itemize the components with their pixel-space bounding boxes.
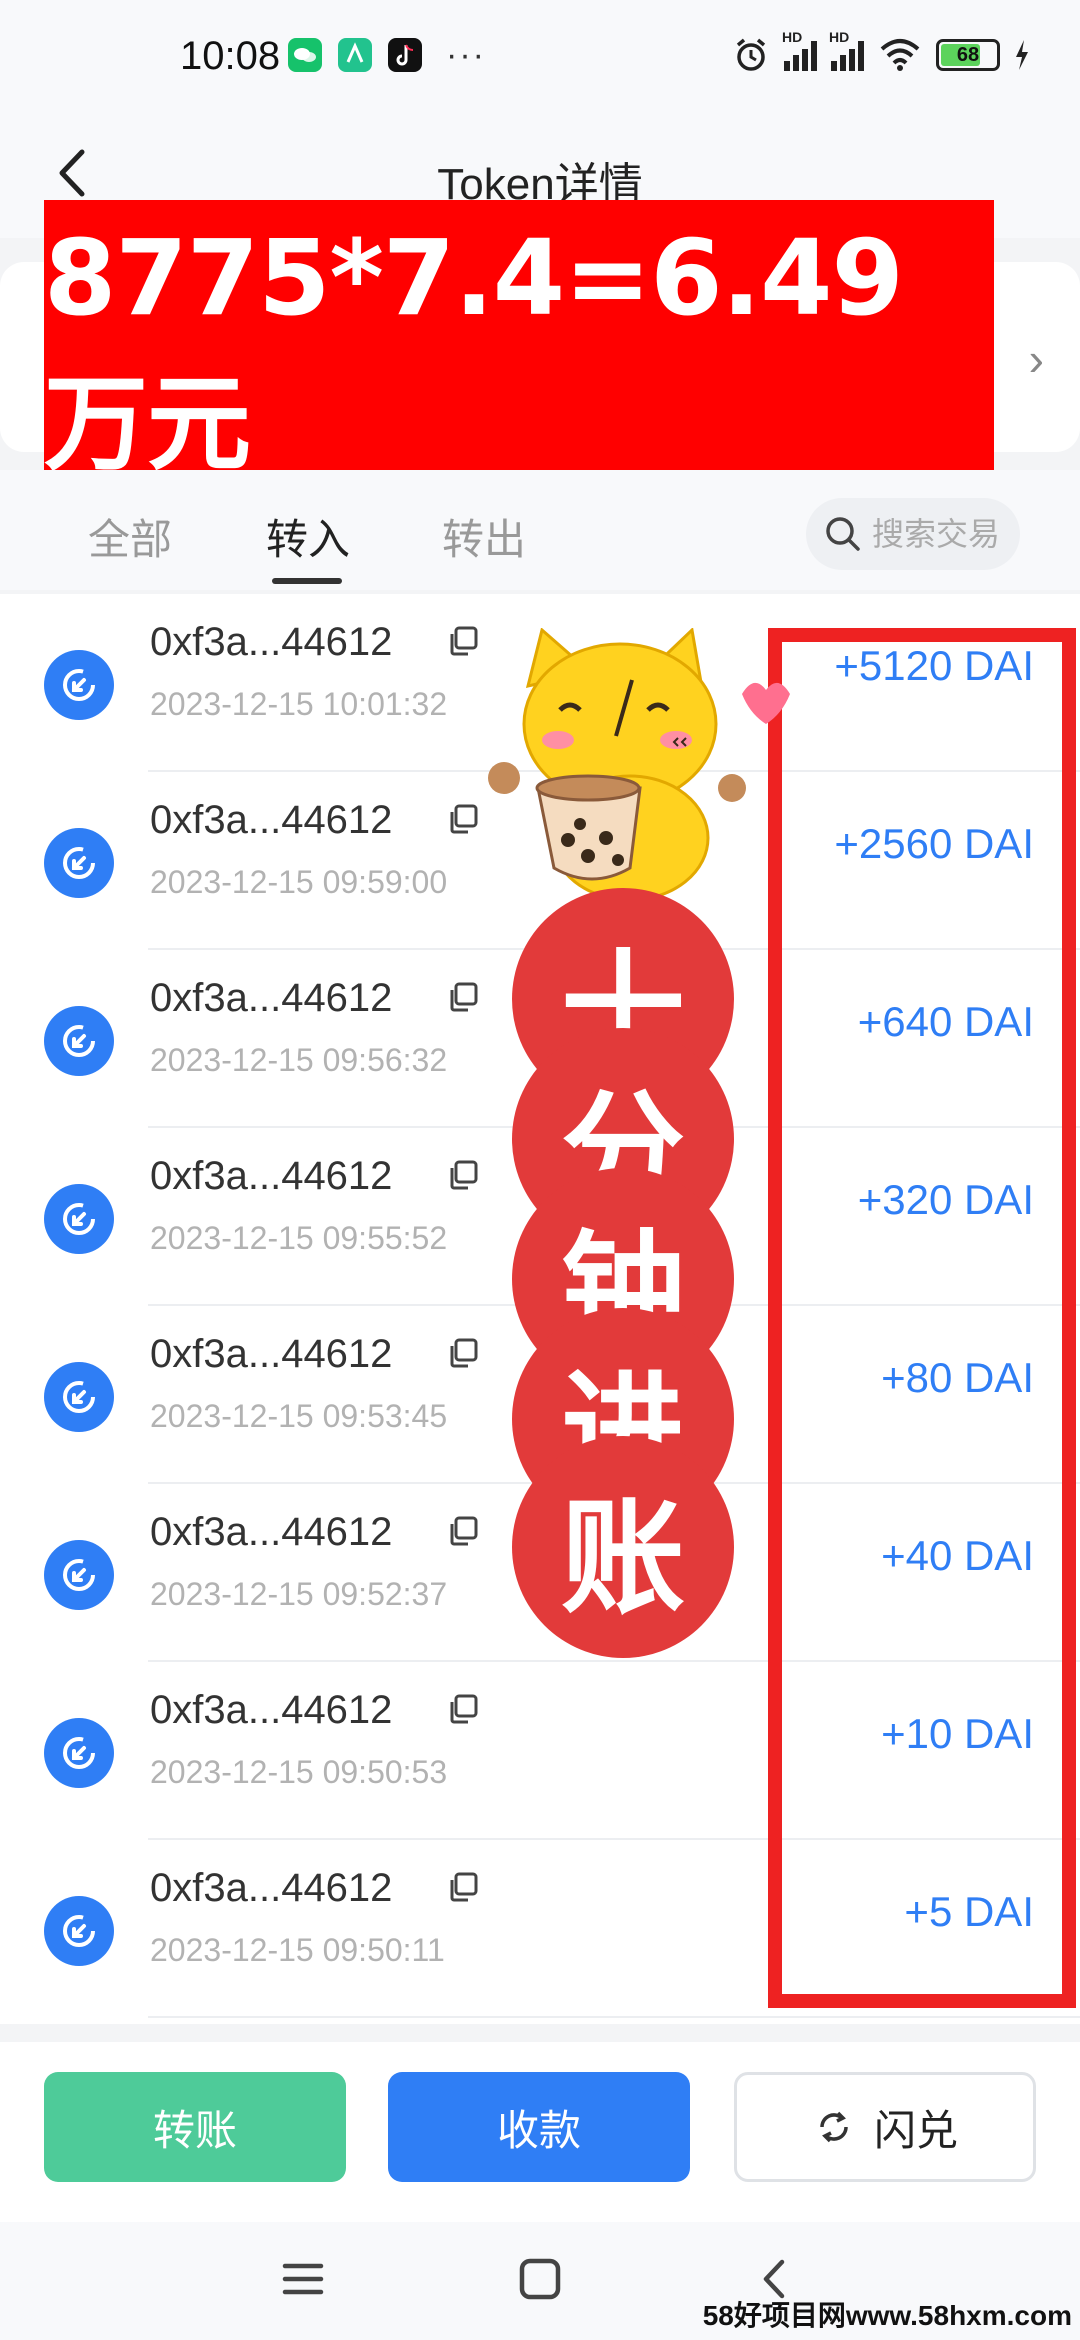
swap-label: 闪兑 (873, 2106, 958, 2154)
tab-bar: 全部 转入 转出 (0, 470, 1080, 590)
copy-icon[interactable] (446, 1336, 480, 1370)
signal-icon: HD (829, 29, 864, 71)
tx-address: 0xf3a...44612 (150, 976, 393, 1020)
earnings-banner: 8775*7.4=6.49万元 (44, 200, 994, 506)
tx-time: 2023-12-15 09:59:00 (150, 864, 448, 900)
tx-time: 2023-12-15 09:53:45 (150, 1398, 448, 1434)
more-notifications-icon: ··· (446, 36, 486, 74)
incoming-icon (44, 1362, 114, 1432)
copy-icon[interactable] (446, 980, 480, 1014)
action-bar: 转账 收款 闪兑 (0, 2042, 1080, 2222)
app-icon (338, 38, 372, 72)
tx-address: 0xf3a...44612 (150, 1332, 393, 1376)
swap-button[interactable]: 闪兑 (734, 2072, 1036, 2182)
receive-button[interactable]: 收款 (388, 2072, 690, 2182)
tab-active-indicator (272, 578, 342, 584)
incoming-icon (44, 1006, 114, 1076)
cartoon-cat-icon (488, 628, 790, 898)
watermark: 58好项目网www.58hxm.com (702, 2300, 1072, 2331)
status-time: 10:08 (180, 34, 281, 78)
search-icon (826, 517, 860, 551)
incoming-icon (44, 1184, 114, 1254)
search-box[interactable] (806, 498, 1020, 570)
copy-icon[interactable] (446, 1692, 480, 1726)
chevron-right-icon: › (1028, 333, 1044, 385)
signal-icon: HD (782, 29, 817, 71)
incoming-icon (44, 650, 114, 720)
copy-icon[interactable] (446, 1870, 480, 1904)
wechat-icon (288, 38, 322, 72)
status-bar: 10:08 ··· HD HD 68 (0, 0, 1080, 118)
charging-icon (1016, 40, 1028, 70)
divider (148, 2016, 1080, 2018)
tx-address: 0xf3a...44612 (150, 620, 393, 664)
copy-icon[interactable] (446, 802, 480, 836)
tab-incoming[interactable]: 转入 (266, 506, 350, 567)
tx-time: 2023-12-15 09:55:52 (150, 1220, 448, 1256)
tiktok-icon (388, 38, 422, 72)
system-nav-bar: 58好项目网www.58hxm.com (0, 2222, 1080, 2340)
home-icon[interactable] (505, 2244, 575, 2314)
tx-time: 2023-12-15 09:52:37 (150, 1576, 448, 1612)
swap-icon (820, 2111, 848, 2143)
tx-address: 0xf3a...44612 (150, 1688, 393, 1732)
banner-text: 8775*7.4=6.49万元 (44, 216, 904, 485)
tab-outgoing[interactable]: 转出 (442, 506, 526, 567)
incoming-icon (44, 1540, 114, 1610)
tx-time: 2023-12-15 10:01:32 (150, 686, 448, 722)
slogan-char: 账 (512, 1436, 734, 1658)
tx-address: 0xf3a...44612 (150, 1510, 393, 1554)
tx-time: 2023-12-15 09:50:11 (150, 1932, 445, 1968)
cat-sticker: 十 分 钟 进 账 (480, 628, 790, 1658)
copy-icon[interactable] (446, 1514, 480, 1548)
incoming-icon (44, 1718, 114, 1788)
search-input[interactable] (872, 515, 1020, 553)
tx-address: 0xf3a...44612 (150, 798, 393, 842)
incoming-icon (44, 828, 114, 898)
tab-all[interactable]: 全部 (88, 506, 172, 567)
status-indicators: HD HD 68 (732, 29, 1030, 76)
tx-address: 0xf3a...44612 (150, 1154, 393, 1198)
wifi-icon (880, 39, 920, 71)
tx-time: 2023-12-15 09:56:32 (150, 1042, 448, 1078)
menu-icon[interactable] (268, 2244, 338, 2314)
battery-icon: 68 (936, 39, 1000, 71)
incoming-icon (44, 1896, 114, 1966)
tx-time: 2023-12-15 09:50:53 (150, 1754, 448, 1790)
copy-icon[interactable] (446, 1158, 480, 1192)
alarm-icon (736, 38, 766, 71)
tx-address: 0xf3a...44612 (150, 1866, 393, 1910)
amount-highlight-box (768, 628, 1076, 2008)
transfer-button[interactable]: 转账 (44, 2072, 346, 2182)
copy-icon[interactable] (446, 624, 480, 658)
